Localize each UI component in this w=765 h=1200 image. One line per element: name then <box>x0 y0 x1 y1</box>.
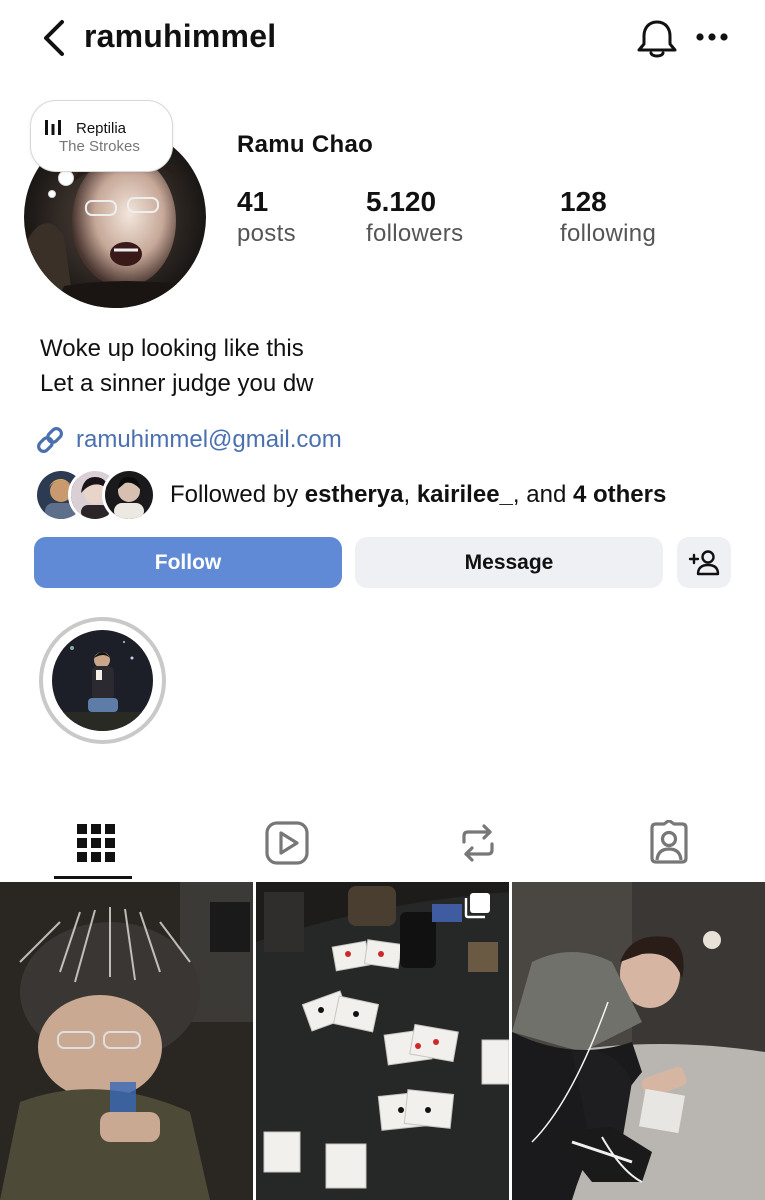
bio-line: Let a sinner judge you dw <box>40 370 314 397</box>
followed-by-row[interactable]: Followed by estherya, kairilee_, and 4 o… <box>34 468 754 522</box>
stat-followers-count: 5.120 <box>366 186 437 217</box>
follow-button[interactable]: Follow <box>34 537 342 588</box>
suggested-users-button[interactable] <box>677 537 731 588</box>
tab-reels[interactable] <box>191 808 382 878</box>
grid-post[interactable] <box>0 882 253 1200</box>
tagged-person-icon <box>649 820 688 864</box>
profile-link[interactable]: ramuhimmel@gmail.com <box>34 424 342 456</box>
multiple-images-icon <box>464 893 490 919</box>
audio-bars-icon <box>45 120 61 135</box>
tab-tagged[interactable] <box>573 808 764 878</box>
mutual-username[interactable]: kairilee_ <box>417 481 513 508</box>
chevron-left-icon[interactable] <box>38 18 74 58</box>
profile-full-name: Ramu Chao <box>237 131 374 158</box>
ellipsis-icon[interactable] <box>694 26 730 48</box>
stat-posts-label: posts <box>237 220 296 247</box>
link-icon <box>37 427 63 453</box>
grid-post[interactable] <box>256 882 509 1200</box>
bell-icon[interactable] <box>634 16 680 60</box>
mutual-followers-avatars <box>34 468 158 522</box>
note-bubble-tail <box>48 190 56 198</box>
reels-play-icon <box>264 821 309 865</box>
stat-posts[interactable]: 41 posts <box>237 186 296 250</box>
active-tab-indicator <box>54 876 132 879</box>
bio-line: Woke up looking like this <box>40 335 304 362</box>
mutual-others-count[interactable]: 4 others <box>573 481 666 508</box>
stat-following-count: 128 <box>560 186 607 217</box>
highlight-cover <box>52 630 153 731</box>
followed-by-and: , and <box>512 481 573 508</box>
profile-username: ramuhimmel <box>84 18 277 54</box>
note-artist: The Strokes <box>59 138 140 155</box>
top-bar: ramuhimmel <box>0 0 765 80</box>
note-song-title: Reptilia <box>76 120 127 137</box>
tab-posts-grid[interactable] <box>0 808 191 878</box>
message-button[interactable]: Message <box>355 537 663 588</box>
music-note-bubble[interactable]: Reptilia The Strokes <box>30 100 173 172</box>
add-person-icon <box>688 549 720 575</box>
story-highlight[interactable] <box>39 617 166 744</box>
stat-followers[interactable]: 5.120 followers <box>366 186 463 250</box>
profile-bio: Woke up looking like this Let a sinner j… <box>40 331 314 401</box>
followed-by-text: Followed by estherya, kairilee_, and 4 o… <box>170 481 666 509</box>
tab-reposts[interactable] <box>382 808 573 878</box>
mutual-avatar <box>102 468 156 522</box>
grid-post[interactable] <box>512 882 765 1200</box>
profile-link-text: ramuhimmel@gmail.com <box>76 426 342 453</box>
stat-followers-label: followers <box>366 220 464 247</box>
note-bubble-tail <box>58 170 74 186</box>
mutual-username[interactable]: estherya <box>305 481 404 508</box>
followed-by-separator: , <box>403 481 417 508</box>
stat-posts-count: 41 <box>237 186 269 217</box>
stat-following-label: following <box>560 220 657 247</box>
grid-icon <box>76 824 115 862</box>
stat-following[interactable]: 128 following <box>560 186 656 250</box>
repost-icon <box>461 824 494 862</box>
followed-by-prefix: Followed by <box>170 481 305 508</box>
